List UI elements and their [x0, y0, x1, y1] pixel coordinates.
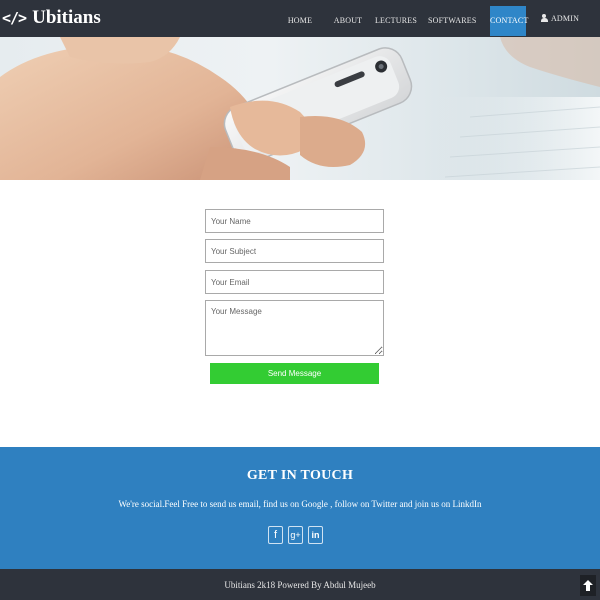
name-input[interactable] [205, 209, 384, 233]
section-title: GET IN TOUCH [246, 468, 354, 483]
nav-lectures-label: LECTURES [374, 16, 418, 25]
nav-about[interactable]: ABOUT [327, 6, 369, 36]
nav-contact-label: CONTACT [490, 16, 529, 25]
social-links: f g+ in [268, 526, 324, 544]
nav-home-label: HOME [287, 16, 313, 25]
brand-logo[interactable]: </> Ubitians [2, 5, 101, 31]
get-in-touch-section: GET IN TOUCH We're social.Feel Free to s… [0, 447, 600, 569]
nav-lectures[interactable]: LECTURES [374, 6, 418, 36]
google-plus-glyph: g+ [290, 530, 301, 540]
nav-admin-label: ADMIN [550, 14, 580, 23]
footer: Ubitians 2k18 Powered By Abdul Mujeeb [0, 569, 600, 600]
facebook-icon[interactable]: f [268, 526, 283, 544]
linkedin-icon[interactable]: in [308, 526, 323, 544]
nav-about-label: ABOUT [333, 16, 363, 25]
facebook-glyph: f [273, 529, 278, 541]
arrow-up-icon [583, 580, 593, 591]
user-icon [540, 14, 548, 22]
nav-contact[interactable]: CONTACT [490, 6, 529, 36]
footer-text: Ubitians 2k18 Powered By Abdul Mujeeb [224, 580, 376, 590]
linkedin-glyph: in [311, 530, 320, 540]
email-input[interactable] [205, 270, 384, 294]
nav-softwares-label: SOFTWARES [428, 16, 477, 25]
hero-banner [0, 37, 600, 180]
subject-input[interactable] [205, 239, 384, 263]
google-plus-icon[interactable]: g+ [288, 526, 303, 544]
hero-image [0, 37, 600, 180]
message-textarea[interactable] [205, 300, 384, 356]
brand-name: Ubitians [32, 7, 101, 28]
nav-home[interactable]: HOME [280, 6, 320, 36]
code-icon: </> [2, 9, 27, 27]
nav-softwares[interactable]: SOFTWARES [428, 6, 476, 36]
send-message-button[interactable]: Send Message [210, 363, 379, 384]
nav-admin[interactable]: ADMIN [540, 4, 580, 34]
navbar: </> Ubitians HOME ABOUT LECTURES SOFTWAR… [0, 0, 600, 37]
back-to-top-button[interactable] [580, 575, 596, 596]
section-text: We're social.Feel Free to send us email,… [118, 499, 482, 509]
